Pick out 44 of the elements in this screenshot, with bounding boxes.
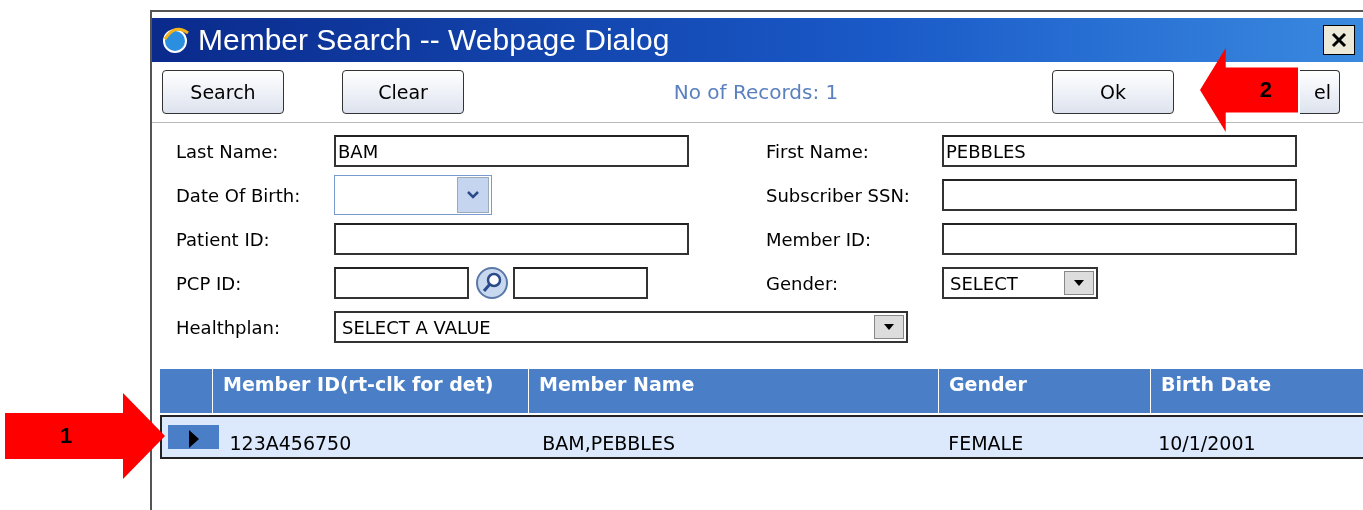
table-cell-text: 123A456750 [228, 431, 353, 454]
record-count: No of Records: 1 [672, 80, 840, 104]
table-cell-text: FEMALE [947, 431, 1025, 454]
text-field[interactable] [334, 223, 689, 255]
field-label: First Name: [766, 140, 870, 162]
table-cell-text: BAM,PEBBLES [541, 431, 676, 454]
column-header[interactable]: Gender [938, 369, 1150, 413]
date-picker[interactable] [334, 175, 492, 215]
column-header[interactable]: Member Name [528, 369, 938, 413]
column-header[interactable]: Birth Date [1150, 369, 1363, 413]
text-field[interactable] [942, 179, 1297, 211]
table-cell-text: 10/1/2001 [1157, 431, 1257, 454]
globe-icon [160, 25, 190, 55]
column-header[interactable]: Member ID(rt-clk for det) [212, 369, 528, 413]
caret-down-icon [884, 324, 894, 330]
text-field[interactable]: PEBBLES [942, 135, 1297, 167]
callout-arrow: 2 [1200, 48, 1298, 132]
toolbar-button[interactable]: el [1300, 70, 1340, 114]
table-row[interactable]: 123A456750 BAM,PEBBLES FEMALE 10/1/2001 [160, 415, 1363, 459]
pointer-icon [187, 429, 200, 449]
field-label: Member ID: [766, 228, 872, 250]
text-field[interactable] [942, 223, 1297, 255]
toolbar-button[interactable]: Clear [342, 70, 464, 114]
window-title: Member Search -- Webpage Dialog [198, 23, 670, 57]
close-button[interactable] [1323, 25, 1355, 55]
field-label: Last Name: [176, 140, 280, 162]
callout-arrow: 1 [5, 393, 165, 479]
search-icon[interactable] [475, 266, 509, 300]
field-label: Healthplan: [176, 316, 282, 338]
close-icon [1329, 30, 1349, 50]
field-label: Date Of Birth: [176, 184, 302, 206]
chevron-down-icon [466, 190, 480, 200]
toolbar-button[interactable]: Ok [1052, 70, 1174, 114]
field-label: PCP ID: [176, 272, 243, 294]
caret-down-icon [1074, 280, 1084, 286]
field-label: Gender: [766, 272, 840, 294]
field-label: Subscriber SSN: [766, 184, 911, 206]
text-field[interactable] [513, 267, 648, 299]
dropdown[interactable]: SELECT A VALUE [334, 311, 908, 343]
text-field[interactable] [334, 267, 469, 299]
toolbar-button[interactable]: Search [162, 70, 284, 114]
dropdown[interactable]: SELECT [942, 267, 1098, 299]
text-field[interactable]: BAM [334, 135, 689, 167]
field-label: Patient ID: [176, 228, 271, 250]
